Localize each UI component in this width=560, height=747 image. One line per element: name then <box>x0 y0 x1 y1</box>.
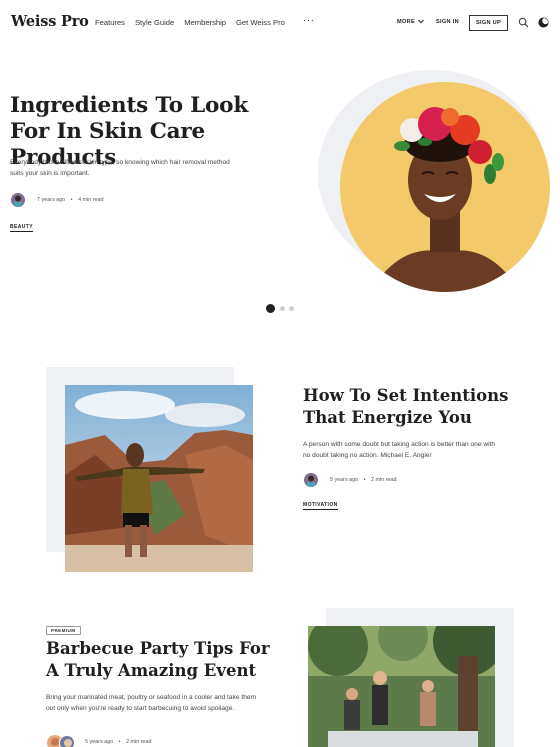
article-date: 5 years ago <box>330 477 359 483</box>
hero-tag[interactable]: BEAUTY <box>10 224 33 232</box>
sign-in-link[interactable]: SIGN IN <box>436 19 459 25</box>
article-excerpt: Bring your marinated meat, poultry or se… <box>46 694 257 712</box>
hero-meta: 7 years ago • 4 min read <box>37 197 104 203</box>
article-date: 5 years ago <box>85 739 114 745</box>
hero-date: 7 years ago <box>37 197 66 203</box>
chevron-down-icon <box>417 19 424 24</box>
hero-read-time: 4 min read <box>78 197 104 203</box>
article-meta: 5 years ago • 2 min read <box>330 477 397 483</box>
article-tag[interactable]: MOTIVATION <box>303 502 338 510</box>
article-meta: 5 years ago • 2 min read <box>85 739 152 745</box>
nav-overflow-button[interactable]: ··· <box>303 15 315 26</box>
nav-item-style-guide[interactable]: Style Guide <box>135 18 174 27</box>
article-image[interactable] <box>308 626 495 747</box>
more-menu-button[interactable]: MORE <box>397 19 424 25</box>
slider-dot-active[interactable] <box>266 304 275 313</box>
article-read-time: 2 min read <box>371 477 397 483</box>
moon-icon[interactable] <box>538 17 549 28</box>
premium-badge: PREMIUM <box>46 626 81 635</box>
article-title[interactable]: Barbecue Party Tips For A Truly Amazing … <box>46 638 286 682</box>
article-image[interactable] <box>65 385 253 572</box>
site-header: Weiss Pro Features Style Guide Membershi… <box>0 0 560 46</box>
nav-item-membership[interactable]: Membership <box>184 18 226 27</box>
sign-up-button[interactable]: SIGN UP <box>469 15 508 31</box>
main-nav: Features Style Guide Membership Get Weis… <box>95 18 285 27</box>
author-avatar[interactable] <box>304 473 318 487</box>
article-title[interactable]: How To Set Intentions That Energize You <box>303 385 543 429</box>
article-read-time: 2 min read <box>126 739 152 745</box>
article-excerpt: A person with some doubt but taking acti… <box>303 441 496 459</box>
nav-item-get-weiss-pro[interactable]: Get Weiss Pro <box>236 18 285 27</box>
hero-image[interactable] <box>340 82 550 292</box>
nav-item-features[interactable]: Features <box>95 18 125 27</box>
site-logo[interactable]: Weiss Pro <box>11 13 89 30</box>
slider-dot[interactable] <box>280 306 285 311</box>
slider-dot[interactable] <box>289 306 294 311</box>
more-label: MORE <box>397 19 415 25</box>
search-icon[interactable] <box>518 17 529 28</box>
author-avatar[interactable] <box>11 193 25 207</box>
hero-excerpt: Everybody has a different skin type, so … <box>10 159 230 177</box>
author-avatar[interactable] <box>59 735 75 747</box>
